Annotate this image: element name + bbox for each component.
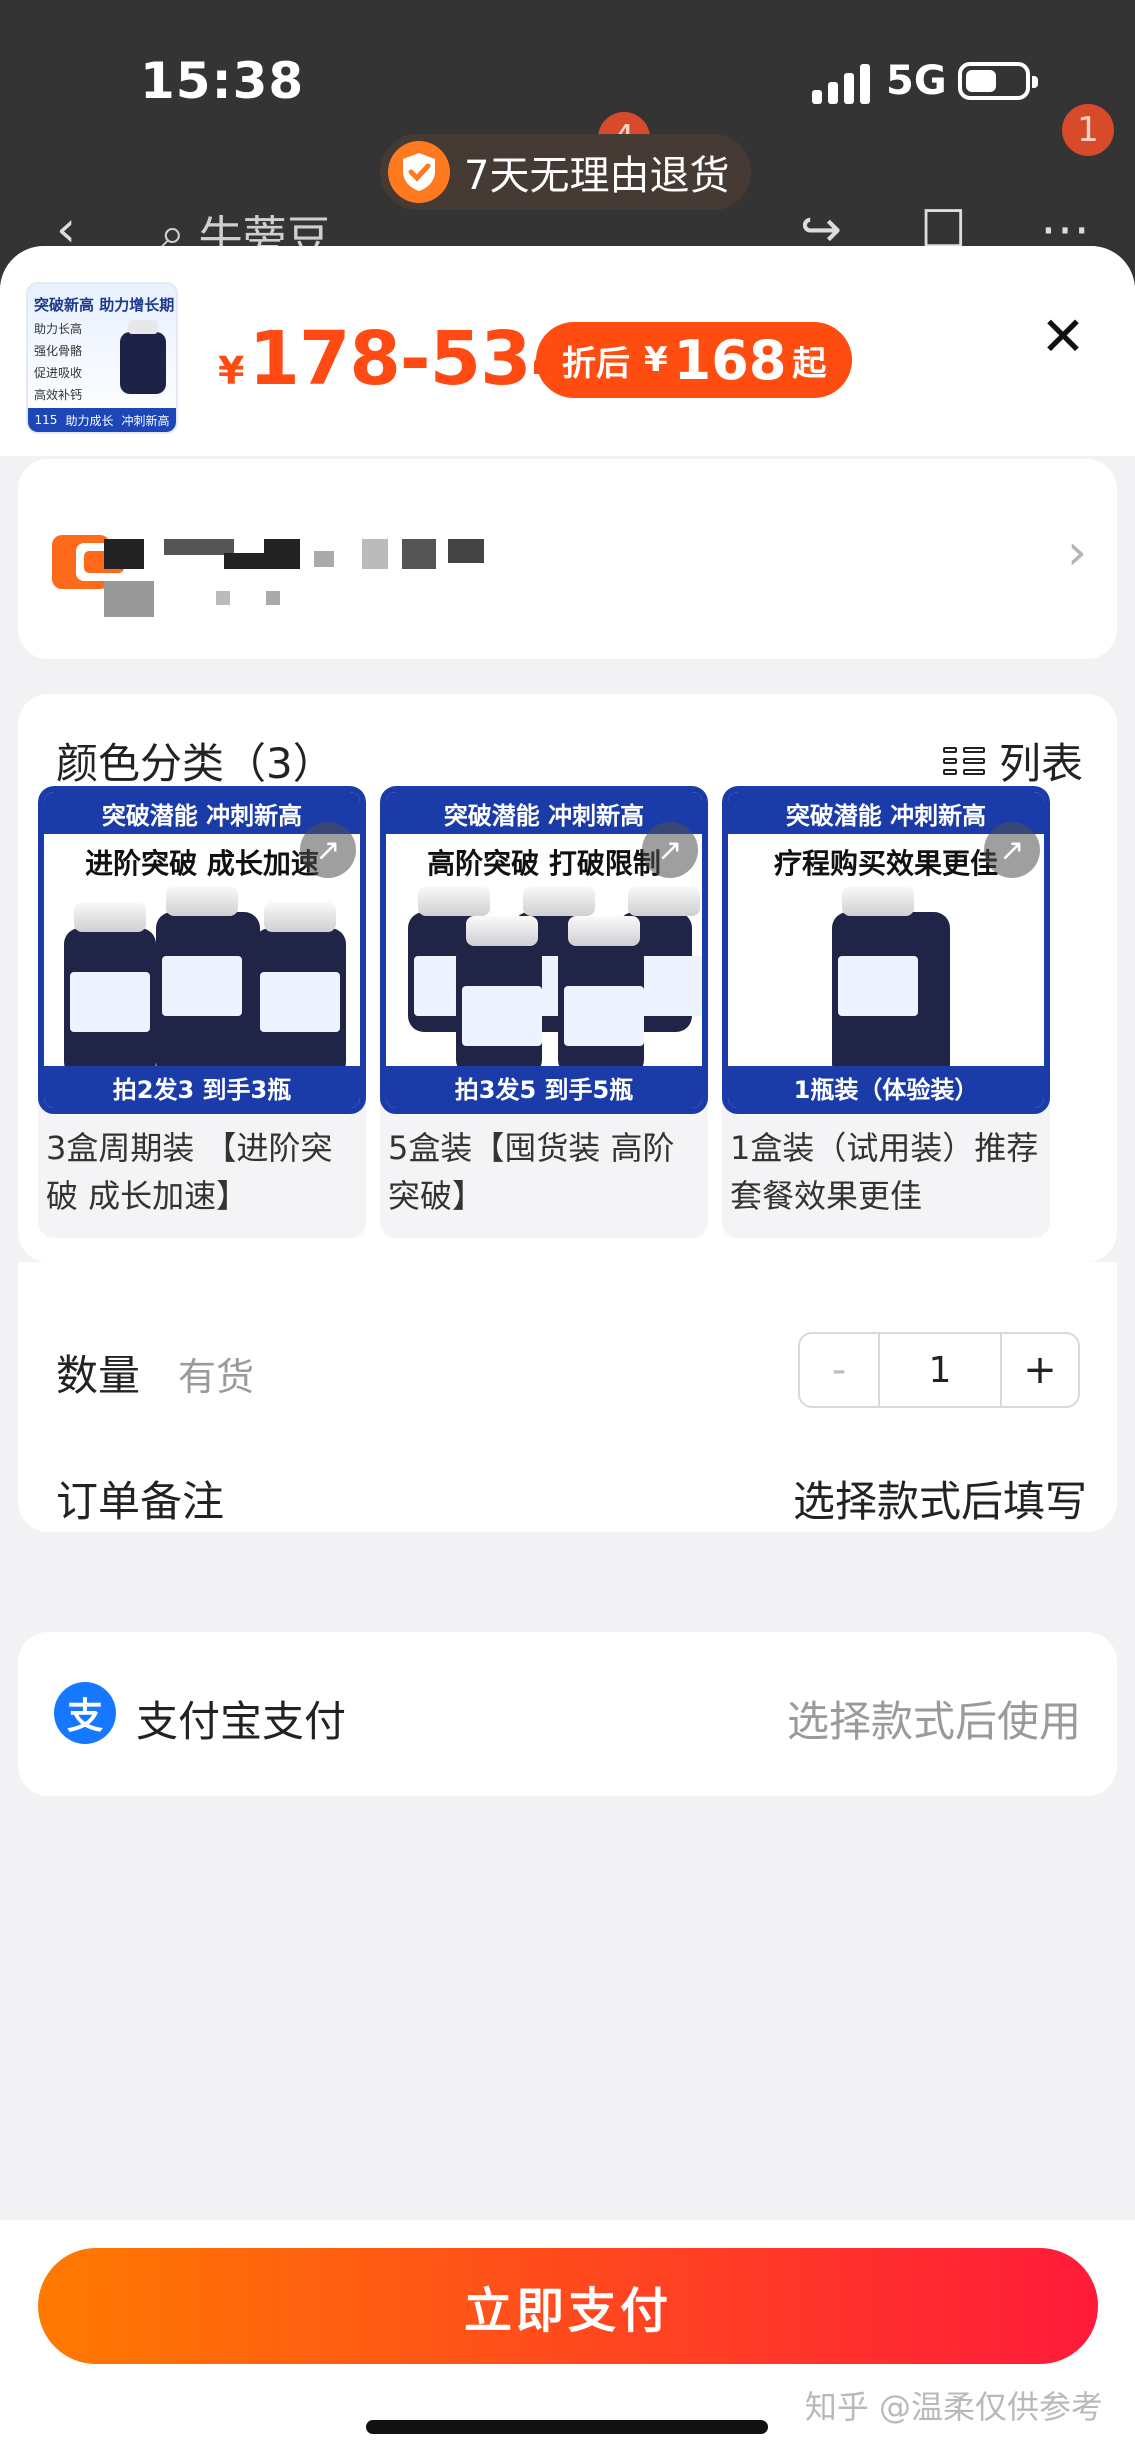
bottle-image (832, 886, 950, 1080)
stock-status: 有货 (178, 1355, 255, 1399)
product-thumbnail[interactable]: 突破新高 助力增长期 助力长高 强化骨骼 促进吸收 高效补钙 115 助力成长 … (26, 282, 178, 434)
bottle-image (120, 320, 166, 394)
bottle-image (558, 916, 644, 1076)
list-icon (942, 746, 985, 775)
zoom-icon[interactable]: ↗ (984, 822, 1040, 878)
alipay-icon: 支 (54, 1682, 116, 1744)
zoom-icon[interactable]: ↗ (300, 822, 356, 878)
thumb-lines: 助力长高 强化骨骼 促进吸收 高效补钙 (34, 318, 82, 406)
discount-currency: ¥ (644, 340, 668, 380)
sku-label: 5盒装【囤货装 高阶突破】 (388, 1129, 675, 1215)
quantity-label: 数量 (56, 1351, 141, 1400)
shop-card[interactable]: › (18, 459, 1117, 659)
payment-method-card[interactable]: 支 支付宝支付 选择款式后使用 (18, 1632, 1117, 1796)
discount-price-pill: 折后 ¥ 168 起 (536, 322, 853, 398)
signal-icon (812, 62, 872, 104)
order-options: 数量 有货 - 1 + 订单备注 选择款式后填写 (18, 1262, 1117, 1532)
battery-icon (958, 62, 1038, 100)
quantity-stepper[interactable]: - 1 + (798, 1332, 1080, 1408)
discount-suffix: 起 (792, 343, 827, 384)
list-toggle-label: 列表 (998, 739, 1083, 788)
decrement-button[interactable]: - (800, 1334, 880, 1406)
sku-footer: 拍2发3 到手3瓶 (44, 1066, 360, 1108)
thumb-line: 强化骨骼 (34, 344, 83, 358)
sku-label: 3盒周期装 【进阶突破 成长加速】 (46, 1129, 333, 1215)
price-range: ¥ 178-534 (218, 316, 582, 402)
sku-footer: 拍3发5 到手5瓶 (386, 1066, 702, 1108)
order-note-hint[interactable]: 选择款式后填写 (793, 1468, 1087, 1529)
payment-hint: 选择款式后使用 (786, 1697, 1081, 1746)
pay-now-button[interactable]: 立即支付 (38, 2248, 1098, 2364)
bottle-image (156, 886, 260, 1078)
chevron-right-icon: › (1067, 523, 1087, 581)
bottle-image (456, 916, 542, 1076)
thumb-count: 115 (34, 413, 58, 427)
status-time: 15:38 (140, 52, 305, 110)
sku-footer: 1瓶装（体验装） (728, 1066, 1044, 1108)
network-label: 5G (886, 58, 947, 104)
increment-button[interactable]: + (1002, 1334, 1078, 1406)
sku-title: 颜色分类（3） (56, 739, 335, 788)
discount-price: 168 (673, 328, 787, 392)
thumb-line: 高效补钙 (34, 388, 83, 402)
sheet-header: 突破新高 助力增长期 助力长高 强化骨骼 促进吸收 高效补钙 115 助力成长 … (0, 246, 1135, 456)
thumb-band-left: 助力成长 (65, 413, 114, 428)
payment-label: 支付宝支付 (136, 1697, 347, 1746)
shield-check-icon (388, 141, 450, 203)
bottle-image (254, 902, 346, 1078)
thumb-band: 115 助力成长 冲刺新高 (28, 408, 176, 432)
sku-option-1[interactable]: 突破潜能 冲刺新高 进阶突破 成长加速 拍2发3 到手3瓶 ↗ 3盒周期装 【进… (38, 786, 366, 1238)
zoom-icon[interactable]: ↗ (642, 822, 698, 878)
price-value: 178-534 (248, 316, 582, 402)
price-currency: ¥ (218, 349, 245, 393)
thumb-title: 突破新高 助力增长期 (34, 296, 175, 314)
return-policy-badge: 7天无理由退货 (380, 134, 752, 210)
close-icon[interactable]: ✕ (1032, 306, 1094, 368)
order-note-label: 订单备注 (56, 1477, 225, 1526)
discount-label: 折后 (562, 343, 630, 384)
thumb-line: 促进吸收 (34, 366, 83, 380)
home-indicator (366, 2420, 768, 2434)
sku-card: 颜色分类（3） 列表 突破潜能 冲刺新高 进阶突破 成长加速 拍2发3 到手3瓶… (18, 694, 1117, 1262)
list-view-toggle[interactable]: 列表 (942, 730, 1083, 791)
thumb-line: 助力长高 (34, 322, 83, 336)
sku-sheet: 突破新高 助力增长期 助力长高 强化骨骼 促进吸收 高效补钙 115 助力成长 … (0, 246, 1135, 2461)
quantity-value[interactable]: 1 (880, 1334, 1002, 1406)
bottle-image (64, 902, 156, 1078)
watermark-text: 知乎 @温柔仅供参考 (804, 2388, 1103, 2426)
more-badge: 1 (1062, 104, 1114, 156)
thumb-band-right: 冲刺新高 (121, 413, 170, 428)
sku-option-2[interactable]: 突破潜能 冲刺新高 高阶突破 打破限制 拍3发5 到手5瓶 ↗ 5盒装【囤货装 … (380, 786, 708, 1238)
sku-option-3[interactable]: 突破潜能 冲刺新高 疗程购买效果更佳 1瓶装（体验装） ↗ 1盒装（试用装）推荐… (722, 786, 1050, 1238)
sku-label: 1盒装（试用装）推荐套餐效果更佳 (730, 1129, 1039, 1215)
return-policy-text: 7天无理由退货 (464, 153, 730, 199)
